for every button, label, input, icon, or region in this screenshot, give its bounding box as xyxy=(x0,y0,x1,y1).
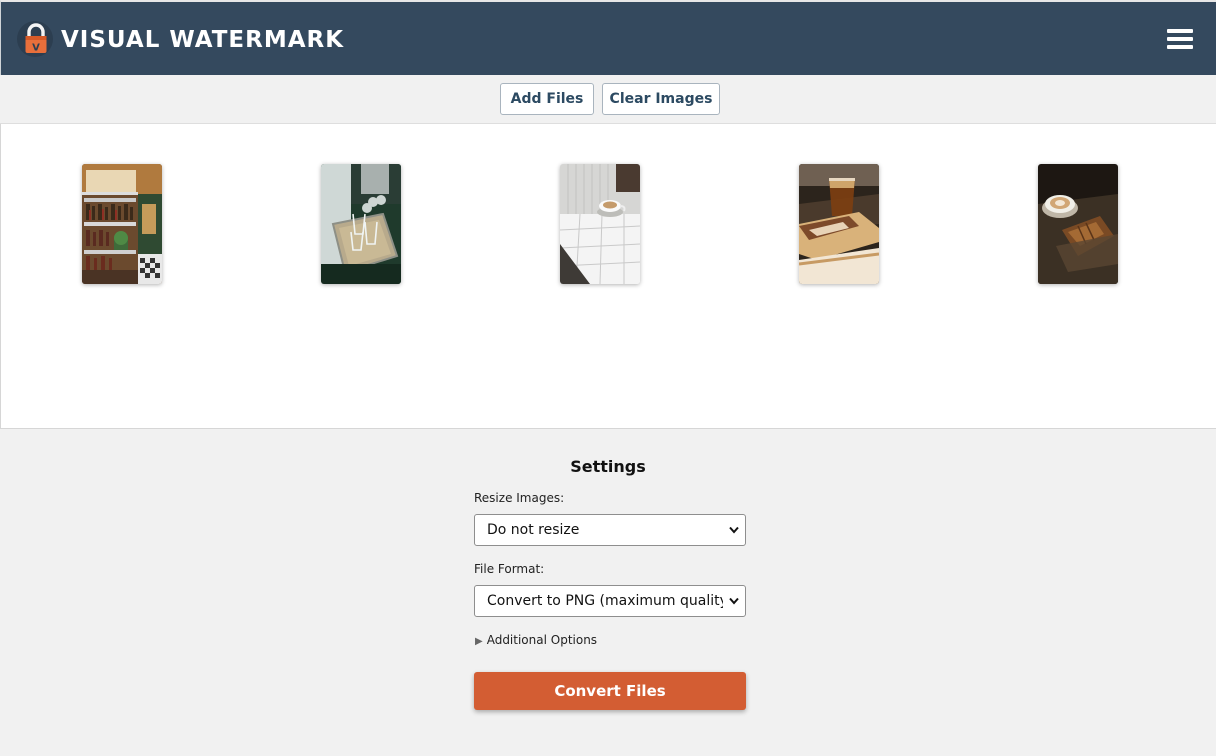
file-format-value: Convert to PNG (maximum quality, larger … xyxy=(487,593,723,609)
convert-files-button[interactable]: Convert Files xyxy=(474,672,746,710)
thumbnail-iced-coffee-cake[interactable] xyxy=(799,164,879,284)
resize-images-label: Resize Images: xyxy=(474,491,565,505)
clear-images-button[interactable]: Clear Images xyxy=(602,83,720,115)
additional-options-label: Additional Options xyxy=(486,633,598,647)
app-header: V VISUAL WATERMARK xyxy=(0,0,1216,75)
file-format-label: File Format: xyxy=(474,562,545,576)
hamburger-menu-icon[interactable] xyxy=(1165,26,1195,52)
thumbnail-coffee-cup-tiles[interactable] xyxy=(560,164,640,284)
resize-images-select[interactable]: Do not resize xyxy=(474,514,746,546)
triangle-right-icon: ▶ xyxy=(475,636,483,647)
additional-options-toggle[interactable]: ▶ Additional Options xyxy=(475,633,597,647)
file-format-select[interactable]: Convert to PNG (maximum quality, larger … xyxy=(474,585,746,617)
chevron-down-icon xyxy=(729,526,739,534)
thumbnail-glasses-tray[interactable] xyxy=(321,164,401,284)
thumbnail-cappuccino-croissant[interactable] xyxy=(1038,164,1118,284)
app-title: VISUAL WATERMARK xyxy=(61,27,345,53)
settings-title: Settings xyxy=(570,457,646,476)
chevron-down-icon xyxy=(729,597,739,605)
thumbnail-bar-shelves[interactable] xyxy=(82,164,162,284)
add-files-button[interactable]: Add Files xyxy=(500,83,594,115)
image-gallery xyxy=(0,124,1216,429)
resize-images-value: Do not resize xyxy=(487,522,580,538)
settings-panel: Settings Resize Images: Do not resize Fi… xyxy=(0,429,1216,756)
toolbar: Add Files Clear Images xyxy=(0,75,1216,124)
svg-text:V: V xyxy=(32,43,40,54)
padlock-v-icon: V xyxy=(16,20,54,58)
